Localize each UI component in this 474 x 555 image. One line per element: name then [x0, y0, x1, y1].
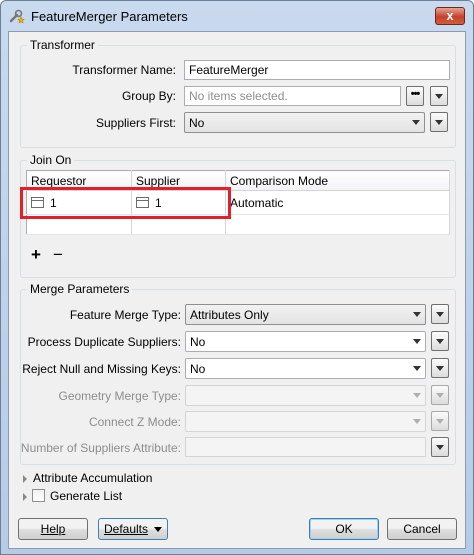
- join-on-table[interactable]: Requestor Supplier Comparison Mode 1 1 A…: [26, 170, 450, 235]
- defaults-button[interactable]: Defaults: [98, 518, 168, 540]
- chevron-down-icon: [435, 94, 443, 99]
- chevron-down-icon: [412, 120, 420, 125]
- number-of-suppliers-attribute-label: Number of Suppliers Attribute:: [20, 441, 181, 455]
- suppliers-first-label: Suppliers First:: [95, 116, 176, 130]
- group-by-options-button[interactable]: [430, 86, 448, 106]
- chevron-down-icon: [436, 312, 444, 317]
- group-by-browse-button[interactable]: •••: [406, 86, 424, 106]
- process-duplicate-suppliers-select[interactable]: No: [185, 331, 426, 352]
- suppliers-first-value: No: [189, 116, 205, 130]
- column-header-requestor[interactable]: Requestor: [26, 170, 132, 191]
- supplier-value: 1: [155, 195, 162, 210]
- attribute-accumulation-section[interactable]: Attribute Accumulation: [33, 471, 152, 485]
- requestor-cell[interactable]: 1: [26, 190, 132, 215]
- cancel-button-label: Cancel: [403, 522, 441, 536]
- join-on-group-label: Join On: [27, 153, 75, 167]
- attribute-value-icon: [31, 196, 44, 208]
- suppliers-first-select[interactable]: No: [184, 112, 425, 133]
- remove-row-button[interactable]: −: [53, 245, 63, 265]
- attribute-value-icon: [136, 196, 149, 208]
- feature-merge-type-select[interactable]: Attributes Only: [185, 304, 426, 325]
- chevron-down-icon: [413, 419, 421, 424]
- feature-merge-type-value: Attributes Only: [190, 308, 269, 322]
- column-header-supplier[interactable]: Supplier: [131, 170, 226, 191]
- generate-list-checkbox[interactable]: [32, 489, 45, 502]
- chevron-down-icon: [436, 339, 444, 344]
- add-row-button[interactable]: +: [31, 245, 41, 265]
- wrench-star-icon: [9, 9, 25, 24]
- chevron-down-icon: [413, 366, 421, 371]
- generate-list-label[interactable]: Generate List: [50, 489, 122, 503]
- reject-null-keys-label: Reject Null and Missing Keys:: [22, 362, 181, 376]
- supplier-cell[interactable]: 1: [131, 190, 226, 215]
- transformer-name-label: Transformer Name:: [72, 63, 176, 77]
- defaults-button-label: Defaults: [103, 522, 149, 536]
- process-duplicate-suppliers-value: No: [190, 335, 206, 349]
- empty-cell[interactable]: [131, 214, 226, 235]
- connect-z-mode-select: [185, 411, 426, 432]
- reject-null-keys-value: No: [190, 362, 206, 376]
- number-of-suppliers-attribute-input: [185, 437, 426, 457]
- chevron-down-icon: [154, 527, 163, 532]
- group-by-input[interactable]: No items selected.: [184, 86, 401, 106]
- geometry-merge-type-select: [185, 385, 426, 406]
- connect-z-mode-label: Connect Z Mode:: [88, 415, 181, 429]
- reject-null-keys-options-button[interactable]: [431, 358, 449, 378]
- process-duplicate-suppliers-label: Process Duplicate Suppliers:: [27, 335, 181, 349]
- chevron-down-icon: [436, 419, 444, 424]
- window-title: FeatureMerger Parameters: [31, 9, 188, 24]
- column-header-comparison-mode[interactable]: Comparison Mode: [225, 170, 450, 191]
- reject-null-keys-select[interactable]: No: [185, 358, 426, 379]
- chevron-down-icon: [436, 445, 444, 450]
- feature-merge-type-options-button[interactable]: [431, 304, 449, 324]
- empty-cell[interactable]: [26, 214, 132, 235]
- group-by-label: Group By:: [121, 89, 176, 103]
- geometry-merge-type-options-button: [431, 385, 449, 405]
- chevron-down-icon: [436, 366, 444, 371]
- join-on-header-row: Requestor Supplier Comparison Mode: [26, 170, 450, 191]
- suppliers-first-options-button[interactable]: [430, 112, 448, 132]
- title-bar[interactable]: FeatureMerger Parameters x: [1, 1, 473, 31]
- ok-button[interactable]: OK: [309, 518, 379, 540]
- expand-arrow-icon[interactable]: [23, 493, 27, 501]
- ok-button-label: OK: [335, 522, 353, 536]
- process-duplicate-suppliers-options-button[interactable]: [431, 331, 449, 351]
- comparison-mode-cell[interactable]: Automatic: [225, 190, 450, 215]
- merge-parameters-group-label: Merge Parameters: [27, 282, 133, 296]
- cancel-button[interactable]: Cancel: [387, 518, 457, 540]
- requestor-value: 1: [50, 195, 57, 210]
- transformer-group-label: Transformer: [27, 38, 98, 52]
- geometry-merge-type-label: Geometry Merge Type:: [58, 389, 182, 403]
- empty-cell[interactable]: [225, 214, 450, 235]
- connect-z-mode-options-button: [431, 411, 449, 431]
- table-row[interactable]: 1 1 Automatic: [26, 190, 450, 215]
- chevron-down-icon: [435, 120, 443, 125]
- feature-merge-type-label: Feature Merge Type:: [69, 308, 181, 322]
- help-button-label: Help: [40, 522, 66, 536]
- number-of-suppliers-attribute-options-button[interactable]: [431, 437, 449, 457]
- table-row-empty[interactable]: [26, 214, 450, 235]
- expand-arrow-icon[interactable]: [23, 475, 27, 483]
- ellipsis-icon: •••: [410, 88, 421, 100]
- help-button[interactable]: Help: [18, 518, 88, 540]
- chevron-down-icon: [413, 393, 421, 398]
- dialog-client-area: Transformer Transformer Name: FeatureMer…: [8, 31, 466, 549]
- transformer-name-input[interactable]: FeatureMerger: [184, 60, 450, 80]
- close-icon: x: [446, 8, 454, 23]
- dialog-window: FeatureMerger Parameters x Transformer T…: [0, 0, 474, 555]
- chevron-down-icon: [436, 393, 444, 398]
- chevron-down-icon: [413, 339, 421, 344]
- chevron-down-icon: [413, 312, 421, 317]
- close-button[interactable]: x: [435, 7, 465, 25]
